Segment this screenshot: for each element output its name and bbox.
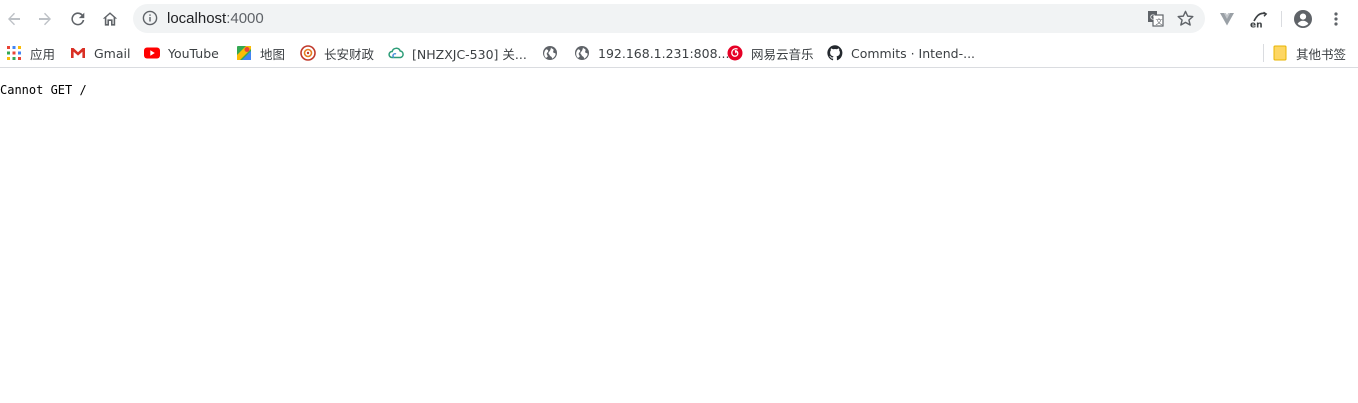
globe-icon [542, 45, 558, 61]
info-icon[interactable] [142, 10, 158, 26]
bookmark-maps[interactable]: 地图 [236, 42, 285, 64]
netease-music-icon [727, 45, 743, 61]
vue-devtools-button[interactable] [1219, 8, 1235, 30]
bookmark-label: Commits · Intend-... [851, 45, 976, 61]
translate-extension-button[interactable]: en [1249, 8, 1269, 30]
apps-icon [6, 45, 22, 61]
bookmarks-bar: 应用 Gmail YouTube 地图 长安财政 [NHZXJC-530] 关.… [0, 38, 1358, 68]
bookmark-label: 应用 [30, 46, 56, 62]
bookmark-changan[interactable]: 长安财政 [300, 42, 374, 64]
omnibox[interactable]: localhost:4000 G文 [133, 4, 1205, 33]
github-icon [827, 45, 843, 61]
bookmark-jira[interactable]: [NHZXJC-530] 关... [388, 42, 527, 64]
cloud-icon [388, 45, 404, 61]
bookmarks-divider [1263, 44, 1264, 62]
bookmark-label: [NHZXJC-530] 关... [412, 46, 527, 62]
forward-icon [39, 12, 51, 26]
page-content: Cannot GET / [0, 69, 1358, 403]
menu-icon [1334, 12, 1338, 26]
star-icon[interactable] [1176, 9, 1195, 28]
translate-icon[interactable]: G文 [1147, 10, 1164, 27]
profile-icon [1294, 10, 1312, 28]
forward-button[interactable] [31, 5, 59, 33]
menu-button[interactable] [1328, 8, 1344, 30]
error-message: Cannot GET / [0, 83, 87, 97]
translate-extension-icon: en [1250, 11, 1268, 30]
bookmark-gmail[interactable]: Gmail [70, 42, 130, 64]
folder-icon [1272, 45, 1288, 61]
home-button[interactable] [96, 5, 124, 33]
bookmark-label: Gmail [94, 45, 131, 61]
bookmark-local-ip[interactable]: 192.168.1.231:808... [574, 42, 729, 64]
extension-label: en [1250, 21, 1263, 30]
bookmark-label: 长安财政 [324, 46, 375, 62]
bookmark-label: YouTube [168, 45, 219, 61]
bookmark-other-folder[interactable]: 其他书签 [1272, 42, 1346, 64]
globe-icon [574, 45, 590, 61]
bookmark-youtube[interactable]: YouTube [144, 42, 219, 64]
url-host: localhost [167, 10, 227, 27]
bookmark-label: 192.168.1.231:808... [598, 45, 730, 61]
bookmark-github-commits[interactable]: Commits · Intend-... [827, 42, 975, 64]
back-icon [8, 12, 20, 26]
reload-icon [71, 12, 85, 26]
gmail-icon [70, 45, 86, 61]
site-icon [300, 45, 316, 61]
toolbar-divider [1281, 11, 1282, 27]
bookmark-label: 网易云音乐 [751, 46, 814, 62]
url-text[interactable]: localhost:4000 [167, 4, 264, 33]
browser-toolbar: localhost:4000 G文 en [0, 0, 1358, 38]
url-port: :4000 [226, 10, 264, 27]
home-icon [102, 12, 118, 26]
bookmark-label: 地图 [260, 46, 286, 62]
bookmark-globe[interactable] [542, 42, 566, 64]
reload-button[interactable] [64, 5, 92, 33]
bookmark-label: 其他书签 [1296, 46, 1347, 62]
maps-icon [236, 45, 252, 61]
svg-text:文: 文 [1156, 17, 1163, 26]
bookmark-apps[interactable]: 应用 [6, 42, 55, 64]
vue-devtools-icon [1220, 13, 1234, 26]
back-button[interactable] [0, 5, 28, 33]
bookmark-netease-music[interactable]: 网易云音乐 [727, 42, 814, 64]
youtube-icon [144, 45, 160, 61]
profile-button[interactable] [1293, 8, 1313, 30]
